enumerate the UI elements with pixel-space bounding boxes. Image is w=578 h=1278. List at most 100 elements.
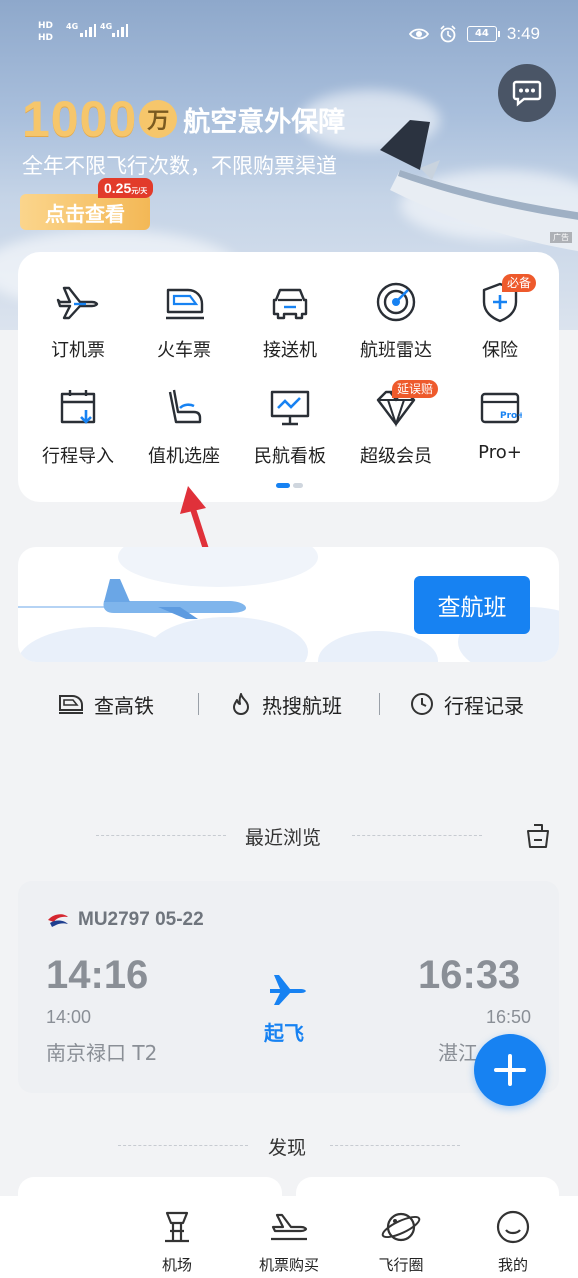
clock-time: 3:49 — [506, 24, 540, 43]
divider — [96, 835, 226, 836]
promo-title: 航空意外保障 — [183, 106, 346, 138]
calendar-import-icon — [56, 386, 100, 430]
svg-text:Pro+: Pro+ — [500, 411, 522, 421]
service-trip-import[interactable]: 行程导入 — [24, 386, 132, 482]
service-flight-radar[interactable]: 航班雷达 — [342, 280, 450, 376]
airplane-wing-image — [380, 120, 578, 252]
radar-icon — [374, 280, 418, 324]
nav-ticket-purchase[interactable]: 机票购买 — [244, 1206, 334, 1275]
network-type-2: 4G — [100, 22, 113, 31]
smiley-icon — [468, 1206, 558, 1248]
recent-section-title: 最近浏览 — [245, 827, 322, 849]
card-pro-icon: Pro+ — [478, 386, 522, 430]
service-insurance[interactable]: 必备 保险 — [446, 274, 554, 376]
departure-airport: 南京禄口 T2 — [46, 1041, 158, 1065]
departure-time: 14:16 — [46, 953, 149, 997]
sim-indicators: HD HD — [38, 20, 53, 44]
promo-price-tag: 0.25元/天 — [98, 178, 154, 198]
promo-amount: 1000 — [22, 91, 138, 147]
china-eastern-logo-icon — [48, 914, 68, 927]
recent-flight-header: MU2797 05-22 — [46, 909, 204, 931]
seat-icon — [162, 386, 206, 430]
divider — [118, 1145, 248, 1146]
quick-link-hot-flights[interactable]: 热搜航班 — [230, 690, 342, 719]
nav-label: 机票购买 — [258, 1256, 319, 1274]
add-floating-button[interactable] — [474, 1034, 546, 1106]
battery-icon: 44 — [466, 26, 500, 42]
service-label: 保险 — [482, 340, 518, 361]
clock-icon — [411, 693, 433, 715]
divider — [330, 1145, 460, 1146]
service-label: 超级会员 — [360, 446, 432, 467]
bottom-navigation: 机场 机票购买 飞行圈 我的 — [0, 1196, 578, 1278]
promo-headline: 1000 万 航空意外保障 — [22, 90, 345, 148]
hd-indicator-1: HD — [38, 21, 54, 31]
eye-icon — [408, 28, 429, 40]
arrival-time: 16:33 — [418, 953, 521, 997]
service-label: 民航看板 — [254, 446, 326, 467]
discover-section-title: 发现 — [268, 1137, 307, 1159]
service-super-member[interactable]: 延误赔 超级会员 — [342, 380, 450, 482]
nav-label: 我的 — [497, 1256, 528, 1274]
nav-label: 飞行圈 — [378, 1256, 424, 1274]
service-label: 值机选座 — [148, 446, 220, 467]
airplane-illustration — [18, 579, 247, 619]
monitor-chart-icon — [268, 386, 312, 430]
signal-icon — [80, 24, 96, 37]
status-bar: HD HD 4G 4G 44 3:49 — [0, 0, 578, 70]
quick-links: 查高铁 热搜航班 行程记录 — [0, 686, 578, 722]
service-book-flight[interactable]: 订机票 — [24, 280, 132, 376]
service-label: 行程导入 — [42, 446, 114, 467]
insurance-badge: 必备 — [502, 274, 537, 292]
promo-subtitle: 全年不限飞行次数，不限购票渠道 — [22, 154, 337, 178]
page-indicator — [276, 483, 303, 488]
flame-icon — [233, 693, 249, 715]
divider — [352, 835, 482, 836]
cloud-decoration — [148, 617, 308, 662]
plane-icon — [56, 280, 100, 324]
search-flight-button[interactable]: 查航班 — [414, 576, 530, 634]
service-airport-transfer[interactable]: 接送机 — [236, 280, 344, 376]
service-pro-plus[interactable]: Pro+ Pro+ — [446, 386, 554, 482]
divider — [198, 693, 199, 715]
nav-mine[interactable]: 我的 — [468, 1206, 558, 1275]
clear-history-icon[interactable] — [524, 822, 552, 850]
service-train-ticket[interactable]: 火车票 — [130, 280, 238, 376]
network-type-1: 4G — [66, 22, 79, 31]
nav-flight-circle[interactable]: 飞行圈 — [356, 1206, 446, 1275]
service-label: 火车票 — [157, 340, 211, 361]
promo-price-unit: 元/天 — [131, 188, 148, 195]
quick-link-label: 查高铁 — [94, 693, 154, 718]
service-label: 航班雷达 — [360, 340, 432, 361]
plus-icon — [494, 1054, 526, 1086]
service-aviation-board[interactable]: 民航看板 — [236, 386, 344, 482]
promo-price: 0.25 — [104, 180, 132, 196]
quick-link-high-speed-rail[interactable]: 查高铁 — [58, 690, 154, 719]
quick-link-label: 行程记录 — [444, 693, 524, 718]
plane-status-icon — [270, 975, 306, 1005]
arrival-scheduled-time: 16:50 — [486, 1007, 532, 1027]
service-check-in-seat[interactable]: 值机选座 — [130, 386, 238, 482]
planet-icon — [356, 1206, 446, 1248]
delay-compensation-badge: 延误赔 — [392, 380, 439, 398]
cloud-decoration — [318, 631, 438, 662]
customer-service-button[interactable] — [498, 64, 556, 122]
alarm-icon — [440, 25, 456, 43]
chat-bubble-icon — [512, 80, 542, 107]
flight-number-date: MU2797 05-22 — [78, 909, 204, 930]
nav-airport[interactable]: 机场 — [132, 1206, 222, 1275]
arrival-airport: 湛江 — [438, 1041, 478, 1065]
service-label: 订机票 — [51, 340, 105, 361]
service-label: 接送机 — [263, 340, 317, 361]
train-icon — [162, 280, 206, 324]
divider — [379, 693, 380, 715]
nav-label: 机场 — [161, 1256, 192, 1274]
ticket-plane-icon — [244, 1206, 334, 1248]
promo-view-button[interactable]: 点击查看 — [20, 194, 150, 230]
service-label: Pro+ — [478, 442, 522, 463]
quick-link-trip-records[interactable]: 行程记录 — [410, 690, 524, 719]
search-flight-card: 查航班 — [18, 547, 559, 662]
flight-status: 起飞 — [264, 1021, 304, 1045]
service-grid: 订机票 火车票 接送机 航班雷达 必备 保险 行程导入 值机选座 民航看板 延误… — [18, 252, 559, 502]
promo-unit: 万 — [139, 100, 178, 138]
